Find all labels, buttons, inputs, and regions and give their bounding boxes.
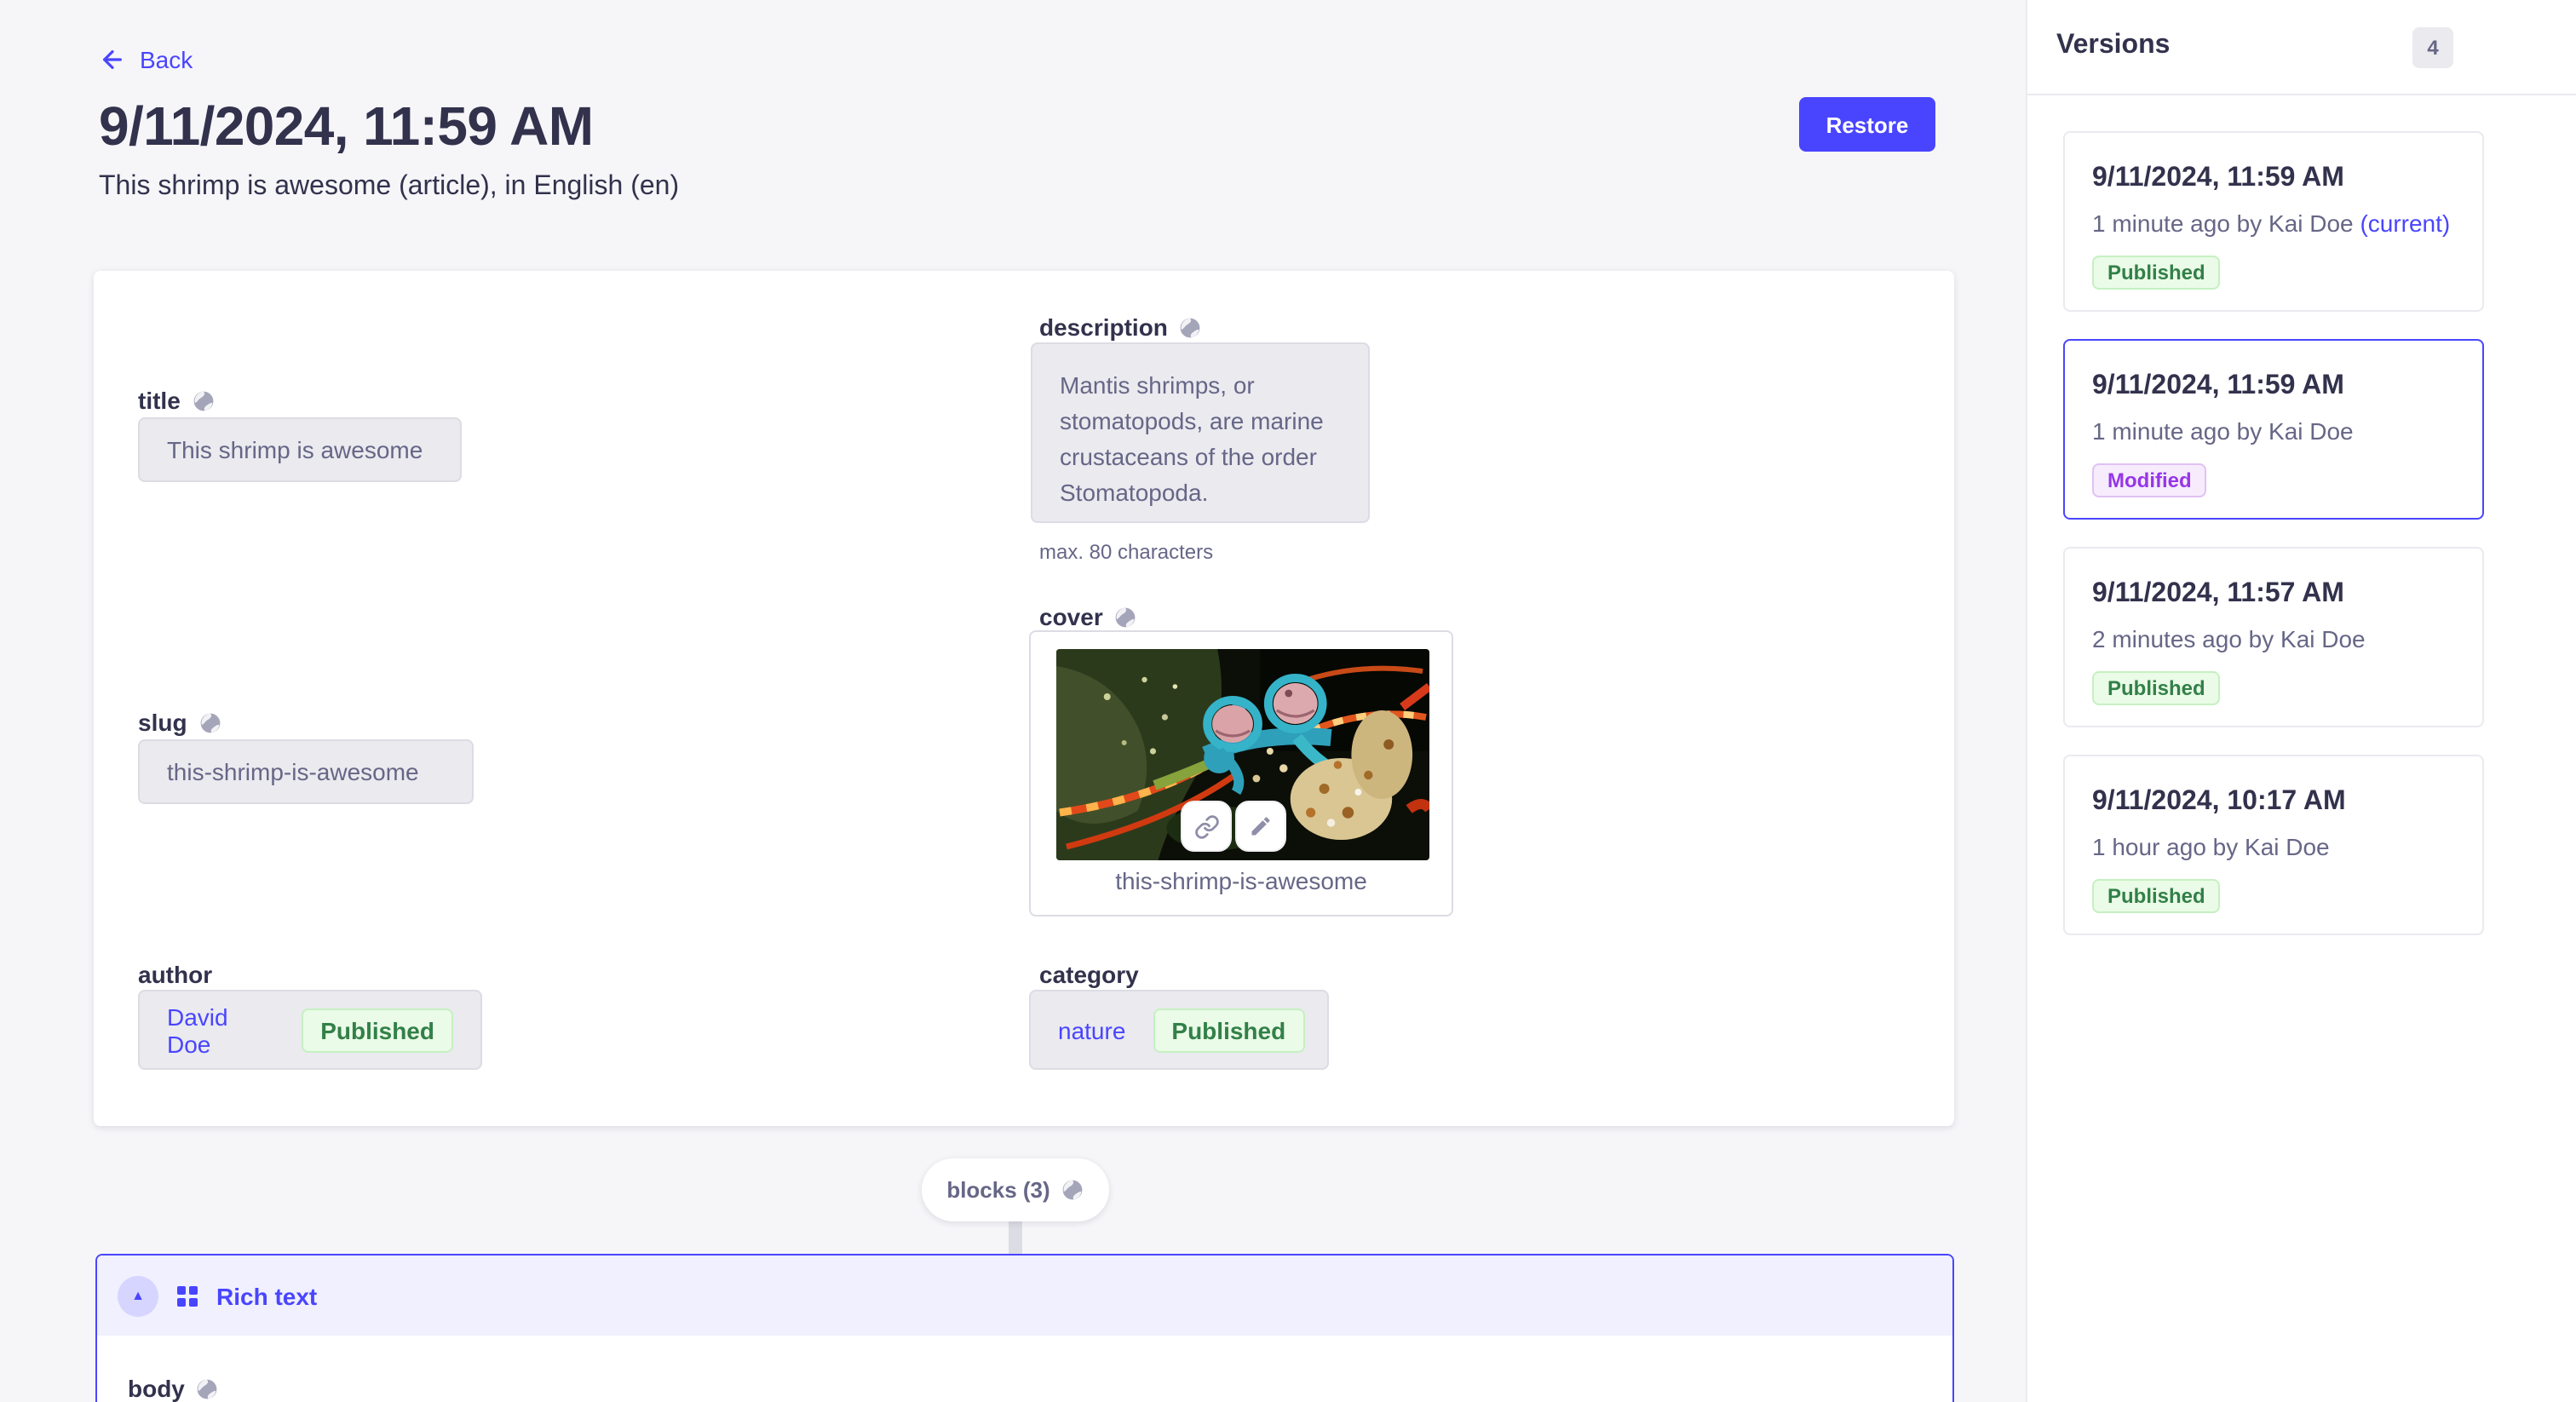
version-date: 9/11/2024, 11:59 AM <box>2092 158 2455 199</box>
blocks-pill-label: blocks (3) <box>946 1177 1049 1203</box>
author-label: author <box>138 961 212 988</box>
back-link[interactable]: Back <box>99 46 193 73</box>
version-meta: 1 hour ago by Kai Doe <box>2092 830 2455 864</box>
cover-label: cover <box>1039 603 1137 630</box>
category-link[interactable]: nature <box>1058 1016 1125 1043</box>
version-status-badge: Published <box>2092 671 2221 705</box>
rich-text-title: Rich text <box>216 1282 317 1309</box>
cover-label-text: cover <box>1039 603 1103 630</box>
versions-sidebar: Versions 4 9/11/2024, 11:59 AM 1 minute … <box>2026 0 2576 1402</box>
cover-filename: this-shrimp-is-awesome <box>1031 867 1452 894</box>
back-label: Back <box>140 46 193 73</box>
category-label: category <box>1039 961 1139 988</box>
link-icon <box>1193 813 1219 839</box>
description-hint: max. 80 characters <box>1039 540 1213 564</box>
globe-icon <box>1115 606 1137 628</box>
title-label-text: title <box>138 387 181 414</box>
author-link[interactable]: David Doe <box>167 1003 274 1057</box>
category-label-text: category <box>1039 961 1139 988</box>
description-value: Mantis shrimps, or stomatopods, are mari… <box>1060 371 1324 506</box>
globe-icon <box>1062 1179 1084 1201</box>
body-label: body <box>128 1375 219 1402</box>
description-label: description <box>1039 313 1202 341</box>
slug-label: slug <box>138 709 221 736</box>
restore-label: Restore <box>1826 112 1909 137</box>
app-root: Back 9/11/2024, 11:59 AM This shrimp is … <box>0 0 2576 1402</box>
title-value: This shrimp is awesome <box>167 436 423 463</box>
version-status-badge: Published <box>2092 879 2221 913</box>
author-status-badge: Published <box>302 1008 453 1052</box>
version-current-tag: (current) <box>2360 210 2450 237</box>
globe-icon <box>1180 316 1202 338</box>
page-title: 9/11/2024, 11:59 AM <box>99 95 593 158</box>
globe-icon <box>199 711 221 733</box>
grid-icon <box>177 1285 198 1306</box>
versions-title: Versions <box>2056 31 2170 61</box>
pencil-icon <box>1249 814 1273 838</box>
title-input: This shrimp is awesome <box>138 417 462 482</box>
slug-value: this-shrimp-is-awesome <box>167 758 419 785</box>
description-label-text: description <box>1039 313 1168 341</box>
category-status-badge: Published <box>1153 1008 1304 1052</box>
body-label-text: body <box>128 1375 185 1402</box>
version-card[interactable]: 9/11/2024, 11:57 AM 2 minutes ago by Kai… <box>2063 547 2484 727</box>
version-meta: 2 minutes ago by Kai Doe <box>2092 622 2455 656</box>
description-textarea: Mantis shrimps, or stomatopods, are mari… <box>1031 342 1370 523</box>
rich-text-header: ▲ Rich text <box>97 1255 1952 1336</box>
version-meta: 1 minute ago by Kai Doe <box>2092 414 2455 448</box>
chevron-up-icon: ▲ <box>131 1289 145 1302</box>
arrow-left-icon <box>99 46 126 73</box>
blocks-pill: blocks (3) <box>922 1158 1109 1221</box>
version-meta-text: 1 minute ago by Kai Doe <box>2092 210 2354 237</box>
version-card[interactable]: 9/11/2024, 10:17 AM 1 hour ago by Kai Do… <box>2063 755 2484 935</box>
screen: Back 9/11/2024, 11:59 AM This shrimp is … <box>0 0 2576 1402</box>
author-relation-box: David Doe Published <box>138 990 482 1070</box>
version-status-badge: Published <box>2092 256 2221 290</box>
versions-count-badge: 4 <box>2412 27 2453 68</box>
page-subtitle: This shrimp is awesome (article), in Eng… <box>99 172 679 203</box>
copy-link-button[interactable] <box>1181 801 1232 852</box>
version-card-selected[interactable]: 9/11/2024, 11:59 AM 1 minute ago by Kai … <box>2063 339 2484 520</box>
version-meta: 1 minute ago by Kai Doe (current) <box>2092 206 2455 240</box>
slug-input: this-shrimp-is-awesome <box>138 739 474 804</box>
blocks-connector-line <box>1009 1221 1022 1255</box>
category-relation-box: nature Published <box>1029 990 1329 1070</box>
version-date: 9/11/2024, 10:17 AM <box>2092 782 2455 823</box>
rich-text-block: ▲ Rich text body <box>95 1254 1954 1402</box>
collapse-button[interactable]: ▲ <box>118 1275 158 1316</box>
divider <box>2027 94 2576 95</box>
version-status-badge: Modified <box>2092 463 2207 497</box>
globe-icon <box>193 389 215 411</box>
version-date: 9/11/2024, 11:59 AM <box>2092 366 2455 407</box>
cover-media-card: this-shrimp-is-awesome <box>1029 630 1453 916</box>
edit-media-button[interactable] <box>1235 801 1286 852</box>
version-card[interactable]: 9/11/2024, 11:59 AM 1 minute ago by Kai … <box>2063 131 2484 312</box>
slug-label-text: slug <box>138 709 187 736</box>
title-label: title <box>138 387 215 414</box>
restore-button[interactable]: Restore <box>1799 97 1935 152</box>
version-date: 9/11/2024, 11:57 AM <box>2092 574 2455 615</box>
author-label-text: author <box>138 961 212 988</box>
globe-icon <box>197 1377 219 1399</box>
